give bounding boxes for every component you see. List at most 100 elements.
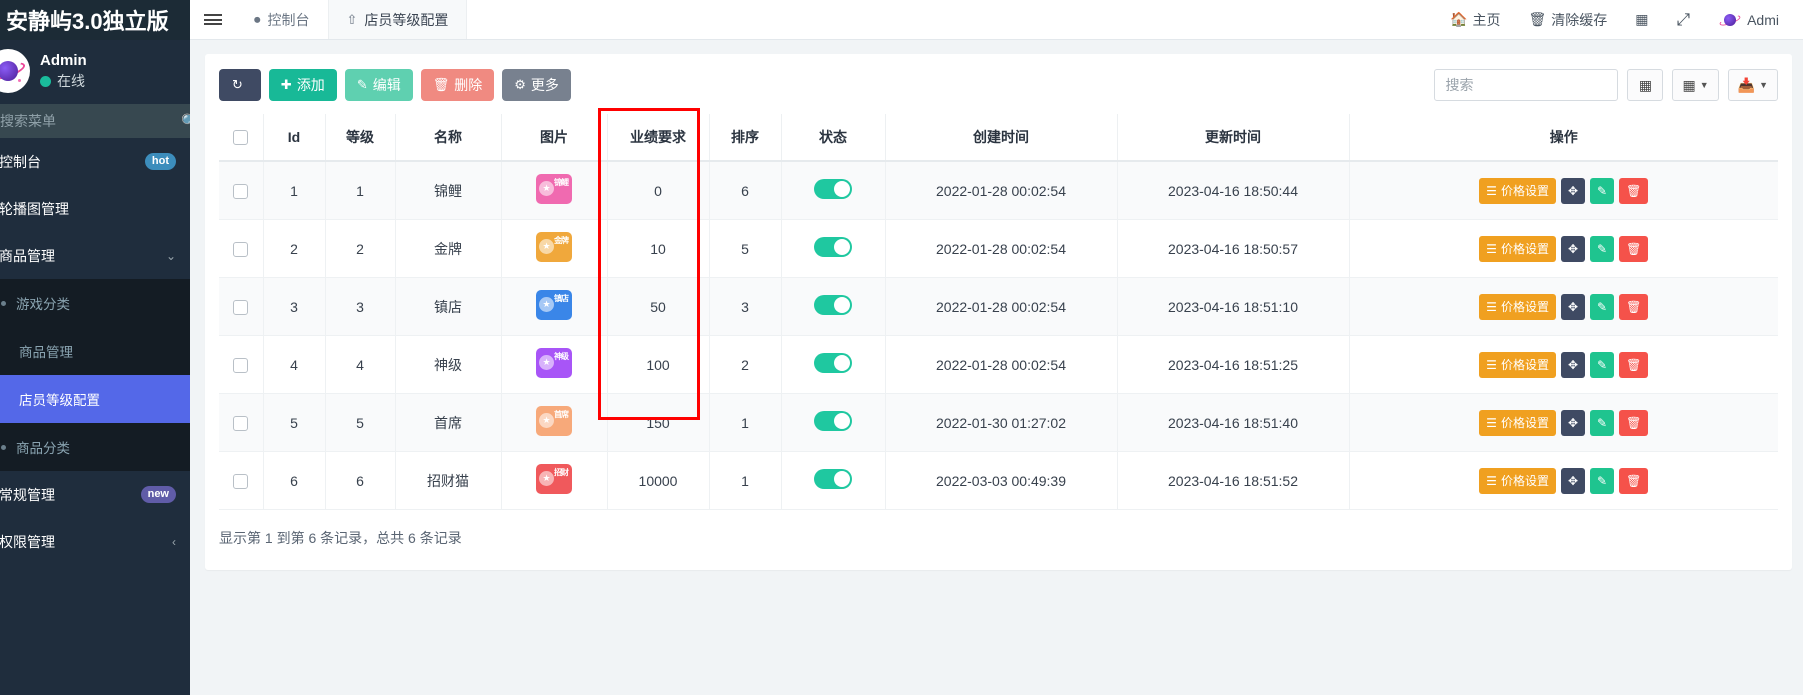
sidebar-item-game-category[interactable]: 游戏分类 bbox=[0, 279, 190, 327]
home-icon: 🏠 bbox=[1450, 11, 1467, 28]
delete-row-button[interactable]: 🗑 bbox=[1619, 352, 1648, 378]
home-button[interactable]: 🏠 主页 bbox=[1436, 0, 1514, 40]
add-button[interactable]: ✚ 添加 bbox=[269, 69, 337, 101]
status-toggle[interactable] bbox=[814, 295, 852, 315]
sidebar-item-clerk-level-config[interactable]: 店员等级配置 bbox=[0, 375, 190, 423]
row-checkbox[interactable] bbox=[233, 300, 248, 315]
row-checkbox[interactable] bbox=[233, 184, 248, 199]
table-row[interactable]: 22金牌★金牌1052022-01-28 00:02:542023-04-16 … bbox=[219, 220, 1778, 278]
edit-row-button[interactable]: ✎ bbox=[1590, 178, 1614, 204]
move-icon: ✥ bbox=[1568, 300, 1578, 314]
price-settings-button[interactable]: ☰价格设置 bbox=[1479, 236, 1556, 262]
menu-search-input[interactable] bbox=[0, 113, 181, 129]
star-icon: ★ bbox=[539, 297, 554, 312]
price-settings-button[interactable]: ☰价格设置 bbox=[1479, 178, 1556, 204]
row-checkbox[interactable] bbox=[233, 242, 248, 257]
table-row[interactable]: 33镇店★镇店5032022-01-28 00:02:542023-04-16 … bbox=[219, 278, 1778, 336]
edit-row-button[interactable]: ✎ bbox=[1590, 236, 1614, 262]
status-toggle[interactable] bbox=[814, 237, 852, 257]
edit-row-button[interactable]: ✎ bbox=[1590, 294, 1614, 320]
row-checkbox[interactable] bbox=[233, 358, 248, 373]
col-updated-time[interactable]: 更新时间 bbox=[1117, 114, 1349, 161]
move-button[interactable]: ✥ bbox=[1561, 468, 1585, 494]
columns-button[interactable]: ▦ ▼ bbox=[1672, 69, 1718, 101]
table-row[interactable]: 66招财猫★招财1000012022-03-03 00:49:392023-04… bbox=[219, 452, 1778, 510]
move-button[interactable]: ✥ bbox=[1561, 178, 1585, 204]
delete-row-button[interactable]: 🗑 bbox=[1619, 468, 1648, 494]
delete-button[interactable]: 🗑 删除 bbox=[421, 69, 495, 101]
level-badge-image[interactable]: ★金牌 bbox=[536, 232, 572, 262]
sidebar-item-goods-category[interactable]: 商品分类 bbox=[0, 423, 190, 471]
table-row[interactable]: 55首席★首席15012022-01-30 01:27:022023-04-16… bbox=[219, 394, 1778, 452]
price-settings-button[interactable]: ☰价格设置 bbox=[1479, 410, 1556, 436]
edit-row-button[interactable]: ✎ bbox=[1590, 352, 1614, 378]
status-toggle[interactable] bbox=[814, 469, 852, 489]
columns-button-group: ▦ ▼ bbox=[1672, 69, 1718, 101]
col-created-time[interactable]: 创建时间 bbox=[885, 114, 1117, 161]
sidebar-item-product-management[interactable]: 商品管理 ⌄ bbox=[0, 232, 190, 279]
move-button[interactable]: ✥ bbox=[1561, 410, 1585, 436]
clear-cache-button[interactable]: 🗑 清除缓存 bbox=[1514, 0, 1621, 40]
more-button[interactable]: ⚙ 更多 bbox=[502, 69, 571, 101]
level-badge-image[interactable]: ★神级 bbox=[536, 348, 572, 378]
list-view-button[interactable]: ▦ bbox=[1627, 69, 1663, 101]
col-name[interactable]: 名称 bbox=[395, 114, 501, 161]
refresh-button[interactable]: ↻ bbox=[219, 69, 261, 101]
move-button[interactable]: ✥ bbox=[1561, 294, 1585, 320]
price-settings-label: 价格设置 bbox=[1501, 298, 1549, 315]
delete-row-button[interactable]: 🗑 bbox=[1619, 236, 1648, 262]
col-performance-requirement[interactable]: 业绩要求 bbox=[607, 114, 709, 161]
search-input[interactable] bbox=[1434, 69, 1618, 101]
status-toggle[interactable] bbox=[814, 353, 852, 373]
delete-row-button[interactable]: 🗑 bbox=[1619, 410, 1648, 436]
col-status[interactable]: 状态 bbox=[781, 114, 885, 161]
row-select-cell bbox=[219, 220, 263, 278]
select-all-checkbox[interactable] bbox=[233, 130, 248, 145]
sidebar-item-permission-management[interactable]: 权限管理 ‹ bbox=[0, 518, 190, 565]
row-checkbox[interactable] bbox=[233, 474, 248, 489]
edit-row-button[interactable]: ✎ bbox=[1590, 468, 1614, 494]
status-toggle[interactable] bbox=[814, 411, 852, 431]
col-sort[interactable]: 排序 bbox=[709, 114, 781, 161]
sidebar-item-carousel[interactable]: 轮播图管理 bbox=[0, 185, 190, 232]
row-select-cell bbox=[219, 452, 263, 510]
move-icon: ✥ bbox=[1568, 358, 1578, 372]
hamburger-icon[interactable] bbox=[190, 0, 236, 39]
delete-row-button[interactable]: 🗑 bbox=[1619, 294, 1648, 320]
sidebar-item-general-management[interactable]: 常规管理 new bbox=[0, 471, 190, 518]
tab-dashboard[interactable]: ⏺ 控制台 bbox=[236, 0, 329, 39]
price-settings-button[interactable]: ☰价格设置 bbox=[1479, 352, 1556, 378]
export-button[interactable]: 📥 ▼ bbox=[1728, 69, 1778, 101]
sidebar-search[interactable]: 🔍 bbox=[0, 104, 190, 138]
tab-label: 店员等级配置 bbox=[364, 10, 448, 30]
table-row[interactable]: 44神级★神级10022022-01-28 00:02:542023-04-16… bbox=[219, 336, 1778, 394]
delete-row-button[interactable]: 🗑 bbox=[1619, 178, 1648, 204]
status-toggle[interactable] bbox=[814, 179, 852, 199]
level-badge-image[interactable]: ★镇店 bbox=[536, 290, 572, 320]
export-icon: 📥 bbox=[1738, 77, 1755, 94]
account-menu[interactable]: Admi bbox=[1704, 0, 1793, 40]
tab-clerk-level-config[interactable]: ⇧ 店员等级配置 bbox=[329, 0, 468, 39]
col-id[interactable]: Id bbox=[263, 114, 325, 161]
level-badge-image[interactable]: ★首席 bbox=[536, 406, 572, 436]
level-badge-image[interactable]: ★招财 bbox=[536, 464, 572, 494]
move-button[interactable]: ✥ bbox=[1561, 236, 1585, 262]
price-settings-button[interactable]: ☰价格设置 bbox=[1479, 294, 1556, 320]
sidebar-item-goods[interactable]: 商品管理 bbox=[0, 327, 190, 375]
price-settings-button[interactable]: ☰价格设置 bbox=[1479, 468, 1556, 494]
cell-name: 首席 bbox=[395, 394, 501, 452]
edit-button[interactable]: ✎ 编辑 bbox=[345, 69, 413, 101]
theme-button[interactable]: ▦ bbox=[1621, 0, 1662, 40]
level-badge-image[interactable]: ★锦鲤 bbox=[536, 174, 572, 204]
col-level[interactable]: 等级 bbox=[325, 114, 395, 161]
content-area: ↻ ✚ 添加 ✎ 编辑 🗑 删除 bbox=[190, 40, 1803, 695]
sidebar-item-dashboard[interactable]: 控制台 hot bbox=[0, 138, 190, 185]
row-checkbox[interactable] bbox=[233, 416, 248, 431]
list-icon: ☰ bbox=[1486, 242, 1497, 256]
price-settings-label: 价格设置 bbox=[1501, 414, 1549, 431]
edit-row-button[interactable]: ✎ bbox=[1590, 410, 1614, 436]
fullscreen-button[interactable]: ⤢ bbox=[1662, 0, 1704, 40]
table-row[interactable]: 11锦鲤★锦鲤062022-01-28 00:02:542023-04-16 1… bbox=[219, 161, 1778, 220]
move-button[interactable]: ✥ bbox=[1561, 352, 1585, 378]
col-image[interactable]: 图片 bbox=[501, 114, 607, 161]
